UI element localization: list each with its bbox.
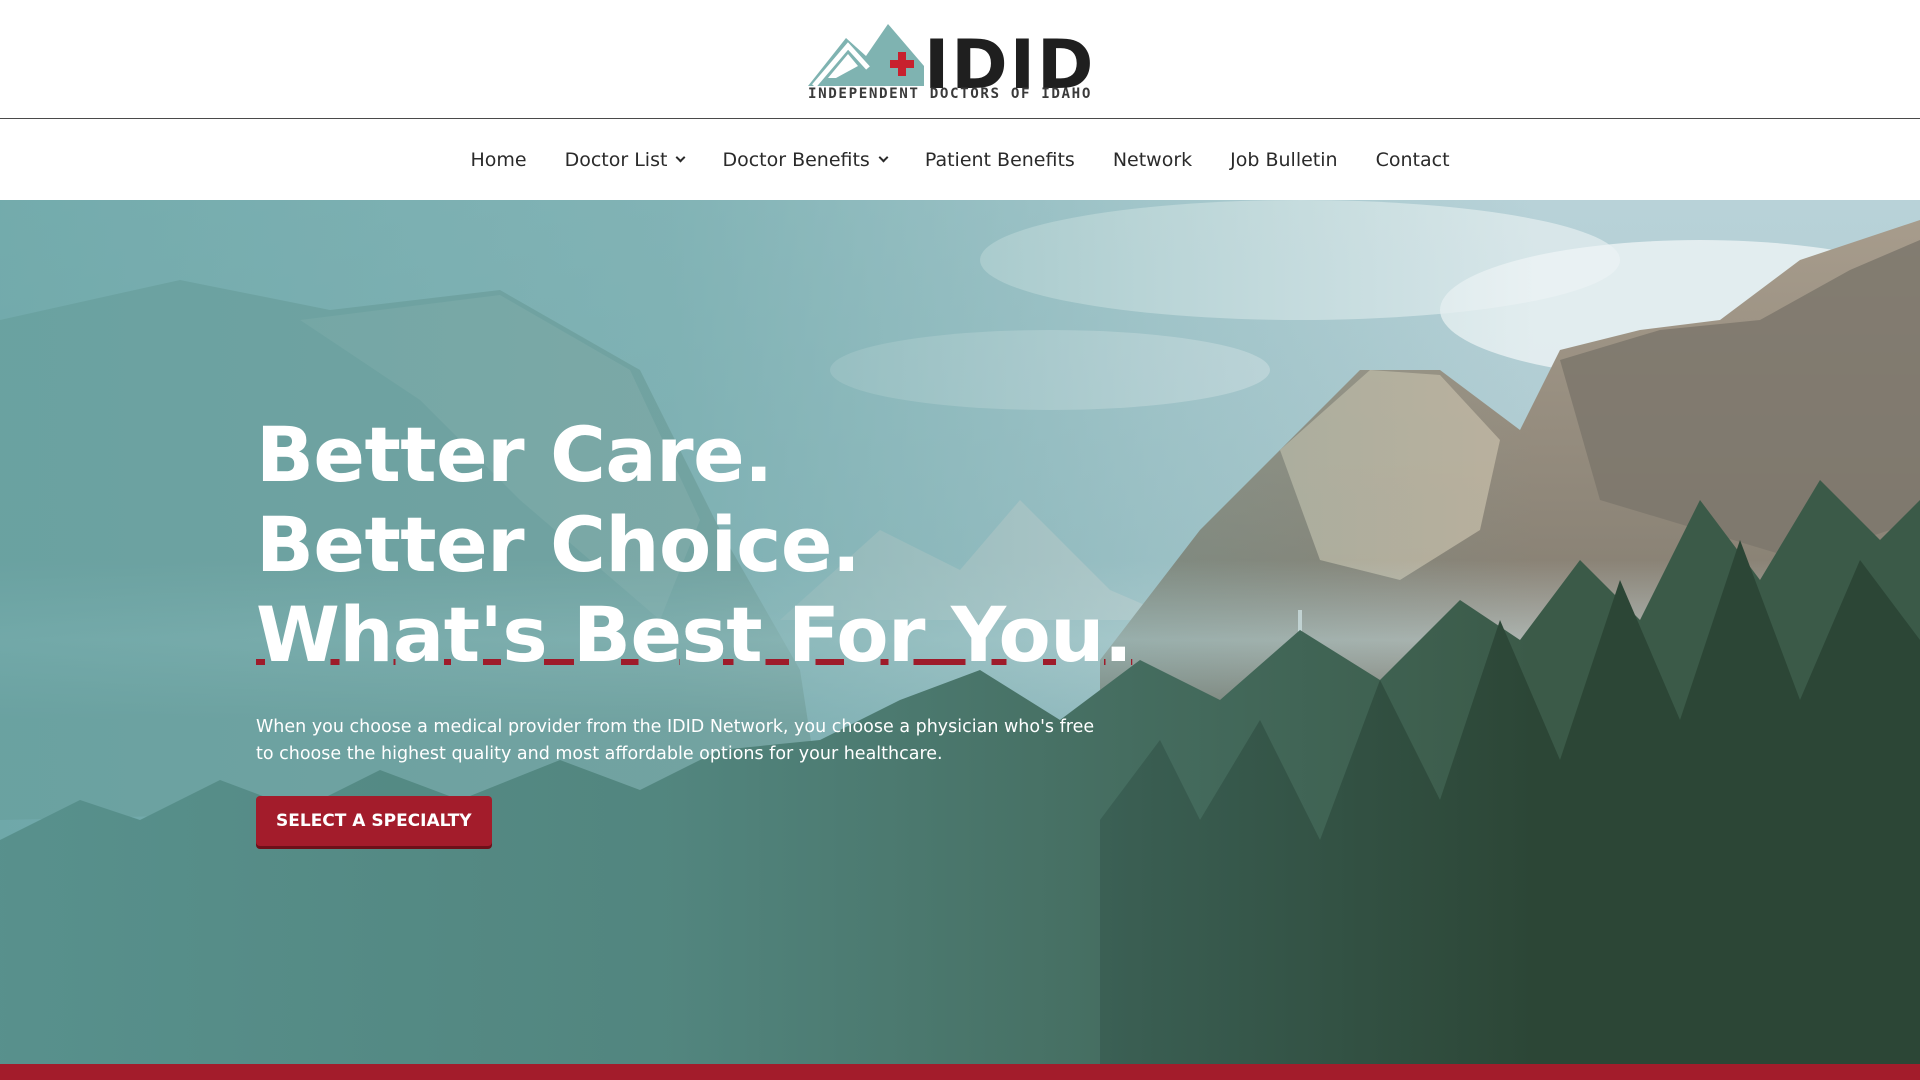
chevron-down-icon bbox=[675, 152, 686, 162]
main-navigation: Home Doctor List Doctor Benefits Patient… bbox=[0, 119, 1920, 200]
hero-headline: Better Care. Better Choice. What's Best … bbox=[256, 410, 1156, 680]
nav-item-label: Doctor Benefits bbox=[722, 148, 870, 171]
nav-item-doctor-list[interactable]: Doctor List bbox=[564, 148, 686, 171]
nav-item-label: Contact bbox=[1375, 148, 1450, 171]
chevron-down-icon bbox=[878, 152, 889, 162]
nav-item-contact[interactable]: Contact bbox=[1376, 149, 1450, 171]
nav-item-patient-benefits[interactable]: Patient Benefits bbox=[925, 149, 1075, 171]
headline-line-3: What's Best For You. bbox=[256, 590, 1133, 679]
bottom-accent-band bbox=[0, 1064, 1920, 1080]
logo-tagline: INDEPENDENT DOCTORS OF IDAHO bbox=[808, 86, 1092, 102]
logo-header: IDID INDEPENDENT DOCTORS OF IDAHO bbox=[0, 0, 1920, 119]
nav-item-label: Patient Benefits bbox=[924, 148, 1075, 171]
nav-item-label: Doctor List bbox=[564, 148, 668, 171]
hero-section: Better Care. Better Choice. What's Best … bbox=[0, 200, 1920, 1064]
nav-item-label: Network bbox=[1112, 148, 1193, 171]
nav-list: Home Doctor List Doctor Benefits Patient… bbox=[470, 149, 1449, 171]
nav-item-home[interactable]: Home bbox=[470, 149, 526, 171]
nav-item-network[interactable]: Network bbox=[1113, 149, 1192, 171]
headline-line-1: Better Care. bbox=[256, 410, 773, 499]
hero-content: Better Care. Better Choice. What's Best … bbox=[256, 410, 1156, 846]
nav-item-job-bulletin[interactable]: Job Bulletin bbox=[1230, 149, 1337, 171]
nav-item-label: Home bbox=[470, 148, 527, 171]
site-logo[interactable]: IDID INDEPENDENT DOCTORS OF IDAHO bbox=[806, 16, 1116, 106]
nav-item-label: Job Bulletin bbox=[1230, 148, 1338, 171]
nav-item-doctor-benefits[interactable]: Doctor Benefits bbox=[722, 148, 889, 171]
headline-line-2: Better Choice. bbox=[256, 500, 861, 589]
hero-subtext: When you choose a medical provider from … bbox=[256, 717, 1095, 764]
select-specialty-button[interactable]: SELECT A SPECIALTY bbox=[256, 796, 492, 846]
